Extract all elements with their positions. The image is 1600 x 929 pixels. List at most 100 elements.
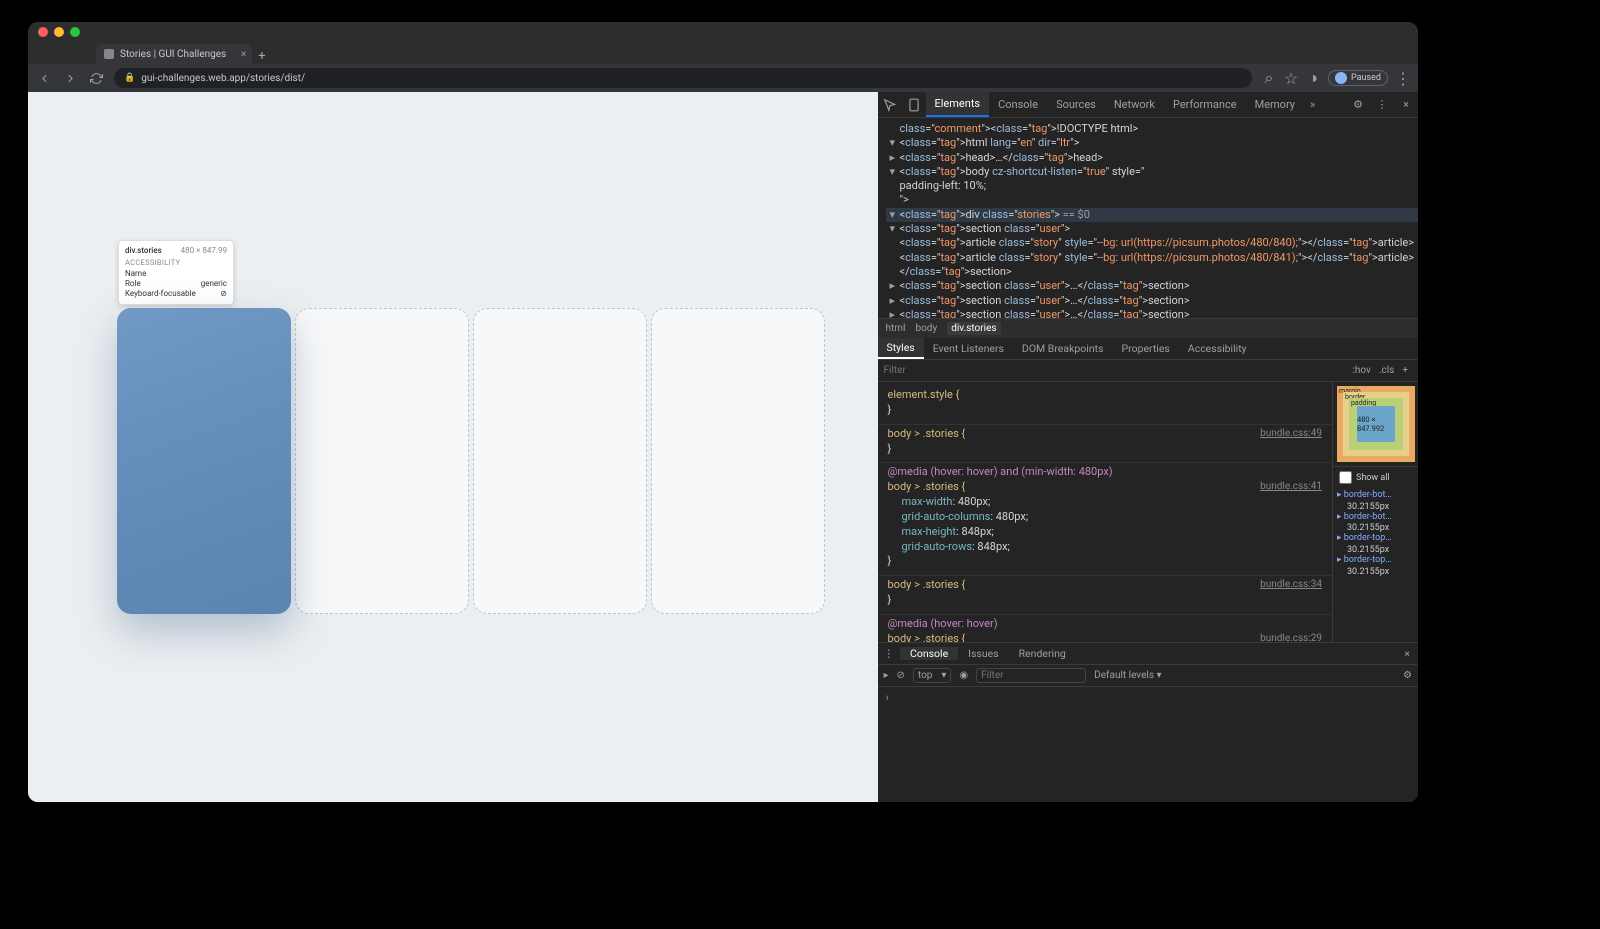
breadcrumb-item[interactable]: html bbox=[886, 323, 906, 334]
dom-node[interactable]: class="comment"><class="tag">!DOCTYPE ht… bbox=[886, 122, 1419, 136]
window-minimize[interactable] bbox=[54, 27, 64, 37]
close-icon[interactable]: × bbox=[1396, 647, 1418, 660]
sidebar-toggle-icon[interactable]: ▸ bbox=[884, 670, 889, 681]
inspect-icon[interactable] bbox=[881, 96, 899, 114]
css-rule[interactable]: @media (hover: hover) and (min-width: 48… bbox=[878, 463, 1333, 576]
dom-node[interactable]: ▾<class="tag">html lang="en" dir="ltr"> bbox=[886, 136, 1419, 150]
devtools-tab-performance[interactable]: Performance bbox=[1164, 92, 1246, 117]
styles-sub-tabs: StylesEvent ListenersDOM BreakpointsProp… bbox=[878, 338, 1419, 360]
console-filter-input[interactable] bbox=[976, 668, 1086, 683]
dom-node[interactable]: ▸<class="tag">section class="user">…</cl… bbox=[886, 294, 1419, 308]
tabs-overflow-icon[interactable]: » bbox=[1304, 98, 1321, 111]
page-viewport: div.stories 480 × 847.99 ACCESSIBILITY N… bbox=[28, 92, 878, 802]
drawer-tab-rendering[interactable]: Rendering bbox=[1009, 647, 1076, 660]
css-rule[interactable]: body > .stories {bundle.css:49} bbox=[878, 425, 1333, 464]
browser-tab[interactable]: Stories | GUI Challenges × bbox=[96, 44, 252, 64]
dom-node[interactable]: ▾<class="tag">section class="user"> bbox=[886, 222, 1419, 236]
search-icon[interactable]: ⌕ bbox=[1262, 71, 1276, 85]
new-tab-button[interactable]: + bbox=[258, 49, 265, 64]
log-levels-select[interactable]: Default levels ▾ bbox=[1094, 670, 1161, 681]
devtools-tabs: ElementsConsoleSourcesNetworkPerformance… bbox=[878, 92, 1419, 118]
computed-list[interactable]: ▸ border-bot…30.2155px▸ border-bot…30.21… bbox=[1333, 488, 1418, 642]
clear-console-icon[interactable]: ⊘ bbox=[897, 670, 905, 681]
back-button[interactable] bbox=[36, 70, 52, 86]
computed-property[interactable]: ▸ border-top…30.2155px bbox=[1337, 533, 1414, 555]
story-card[interactable] bbox=[473, 308, 647, 614]
profile-chip[interactable]: Paused bbox=[1328, 70, 1388, 86]
story-card[interactable] bbox=[295, 308, 469, 614]
new-rule-button[interactable]: + bbox=[1398, 365, 1412, 376]
avatar-icon bbox=[1335, 72, 1347, 84]
forward-button[interactable] bbox=[62, 70, 78, 86]
cls-toggle[interactable]: .cls bbox=[1375, 365, 1398, 376]
console-output[interactable]: › bbox=[878, 687, 1419, 708]
breadcrumb-item[interactable]: div.stories bbox=[947, 322, 1000, 335]
kebab-icon[interactable]: ⋮ bbox=[1373, 96, 1391, 114]
show-all-toggle[interactable]: Show all bbox=[1333, 466, 1418, 488]
devtools-tab-console[interactable]: Console bbox=[989, 92, 1047, 117]
devtools-tab-sources[interactable]: Sources bbox=[1047, 92, 1105, 117]
dom-node[interactable]: ▸<class="tag">section class="user">…</cl… bbox=[886, 279, 1419, 293]
reload-button[interactable] bbox=[88, 70, 104, 86]
address-bar[interactable]: 🔒 gui-challenges.web.app/stories/dist/ bbox=[114, 68, 1252, 88]
extension-icon[interactable]: ◑ bbox=[1306, 71, 1320, 85]
css-rule[interactable]: element.style {} bbox=[878, 386, 1333, 425]
star-icon[interactable]: ☆ bbox=[1284, 71, 1298, 85]
drawer-tab-console[interactable]: Console bbox=[900, 647, 958, 660]
styles-tab-event-listeners[interactable]: Event Listeners bbox=[924, 338, 1013, 359]
dom-node[interactable]: "> bbox=[886, 193, 1419, 207]
elements-tree[interactable]: class="comment"><class="tag">!DOCTYPE ht… bbox=[878, 118, 1419, 318]
close-icon[interactable]: × bbox=[241, 49, 246, 60]
window-maximize[interactable] bbox=[70, 27, 80, 37]
story-card[interactable] bbox=[651, 308, 825, 614]
styles-tab-accessibility[interactable]: Accessibility bbox=[1179, 338, 1256, 359]
dom-node[interactable]: ▾<class="tag">div class="stories"> == $0 bbox=[886, 208, 1419, 222]
devtools-tab-memory[interactable]: Memory bbox=[1246, 92, 1304, 117]
devtools-tab-network[interactable]: Network bbox=[1105, 92, 1164, 117]
styles-tab-properties[interactable]: Properties bbox=[1113, 338, 1179, 359]
styles-tab-dom-breakpoints[interactable]: DOM Breakpoints bbox=[1013, 338, 1113, 359]
dom-node[interactable]: </class="tag">section> bbox=[886, 265, 1419, 279]
stories-grid bbox=[117, 308, 825, 614]
gear-icon[interactable]: ⚙ bbox=[1349, 96, 1367, 114]
content-area: div.stories 480 × 847.99 ACCESSIBILITY N… bbox=[28, 92, 1418, 802]
breadcrumb-item[interactable]: body bbox=[915, 323, 937, 334]
gear-icon[interactable]: ⚙ bbox=[1403, 670, 1412, 681]
lock-icon: 🔒 bbox=[124, 73, 135, 83]
tooltip-selector: div.stories bbox=[125, 246, 162, 255]
dom-node[interactable]: <class="tag">article class="story" style… bbox=[886, 236, 1419, 250]
console-toolbar: ▸ ⊘ top ◉ Default levels ▾ ⚙ bbox=[878, 665, 1419, 687]
css-rule[interactable]: body > .stories {bundle.css:34} bbox=[878, 576, 1333, 615]
css-rule[interactable]: @media (hover: hover)body > .stories {bu… bbox=[878, 615, 1333, 642]
story-card[interactable] bbox=[117, 308, 291, 614]
drawer-menu-icon[interactable]: ⋮ bbox=[878, 647, 901, 660]
dom-node[interactable]: ▾<class="tag">body cz-shortcut-listen="t… bbox=[886, 165, 1419, 179]
computed-property[interactable]: ▸ border-bot…30.2155px bbox=[1337, 490, 1414, 512]
context-select[interactable]: top bbox=[913, 668, 952, 683]
hov-toggle[interactable]: :hov bbox=[1348, 365, 1374, 376]
kebab-icon[interactable]: ⋮ bbox=[1396, 71, 1410, 85]
favicon-icon bbox=[104, 49, 114, 59]
dom-node[interactable]: ▸<class="tag">head>…</class="tag">head> bbox=[886, 151, 1419, 165]
dom-node[interactable]: ▸<class="tag">section class="user">…</cl… bbox=[886, 308, 1419, 318]
toolbar: 🔒 gui-challenges.web.app/stories/dist/ ⌕… bbox=[28, 64, 1418, 92]
styles-filter-input[interactable] bbox=[884, 365, 1349, 376]
box-content-size: 480 × 847.992 bbox=[1357, 406, 1395, 442]
drawer-tab-issues[interactable]: Issues bbox=[958, 647, 1008, 660]
tooltip-row: Rolegeneric bbox=[125, 279, 227, 288]
close-icon[interactable]: × bbox=[1397, 96, 1415, 114]
show-all-checkbox[interactable] bbox=[1339, 471, 1352, 484]
eye-icon[interactable]: ◉ bbox=[959, 670, 968, 681]
inspect-tooltip: div.stories 480 × 847.99 ACCESSIBILITY N… bbox=[118, 240, 234, 305]
styles-tab-styles[interactable]: Styles bbox=[878, 338, 924, 359]
window-close[interactable] bbox=[38, 27, 48, 37]
styles-pane[interactable]: element.style {}body > .stories {bundle.… bbox=[878, 382, 1333, 642]
dom-node[interactable]: <class="tag">article class="story" style… bbox=[886, 251, 1419, 265]
tooltip-section: ACCESSIBILITY bbox=[125, 258, 227, 267]
computed-property[interactable]: ▸ border-bot…30.2155px bbox=[1337, 512, 1414, 534]
drawer-tabs: ⋮ConsoleIssuesRendering × bbox=[878, 643, 1419, 665]
computed-property[interactable]: ▸ border-top…30.2155px bbox=[1337, 555, 1414, 577]
device-icon[interactable] bbox=[905, 96, 923, 114]
dom-node[interactable]: padding-left: 10%; bbox=[886, 179, 1419, 193]
devtools-tab-elements[interactable]: Elements bbox=[926, 92, 990, 117]
